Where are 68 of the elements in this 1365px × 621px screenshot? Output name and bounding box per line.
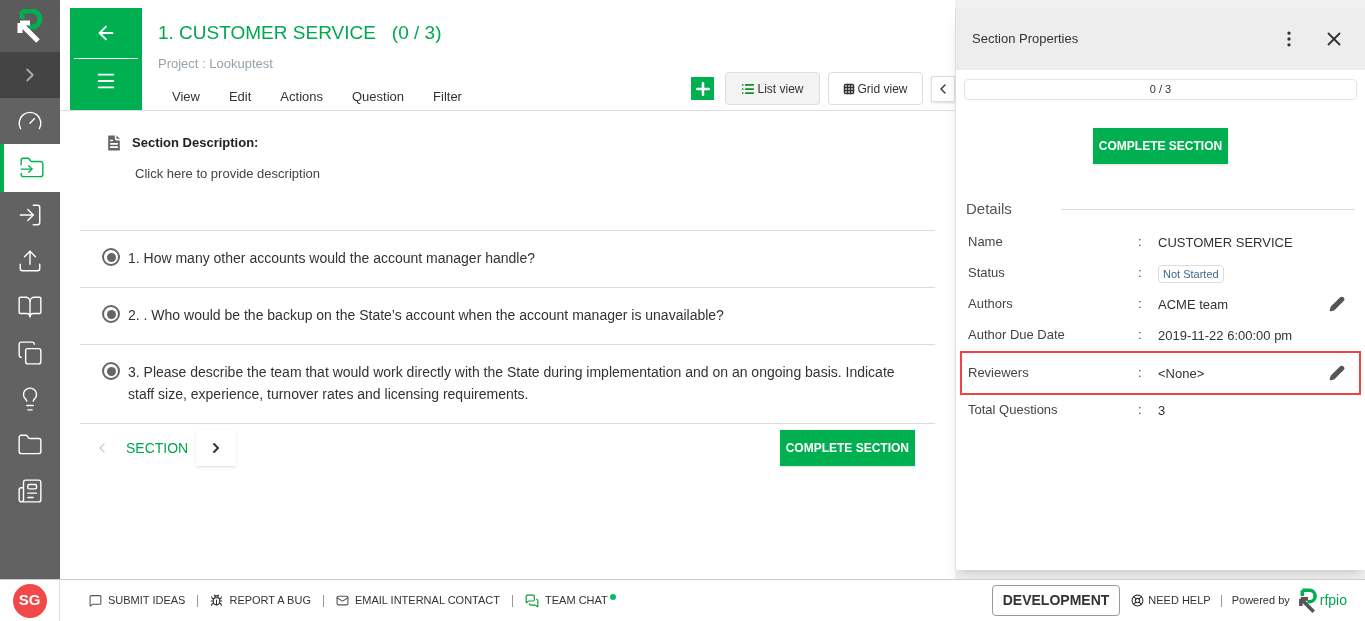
radio-button[interactable] [102,362,120,380]
progress-count: (0 / 3) [391,21,442,45]
detail-value: 3 [1158,403,1166,418]
view-toggle[interactable]: Grid view [828,72,923,106]
status-badge: Not Started [1158,265,1224,283]
book-icon [17,294,43,320]
colon: : [1138,233,1143,252]
description-label: Section Description: [132,134,260,152]
footer-link[interactable]: REPORT A BUG [210,592,311,609]
section-label: SECTION [126,438,189,458]
environment-badge: DEVELOPMENT [991,585,1121,616]
import-icon [17,202,43,228]
collapse-button[interactable] [931,75,955,102]
description-field[interactable]: Click here to provide description [135,163,320,183]
detail-label: Author Due Date [968,326,1066,345]
footer-link[interactable]: TEAM CHAT [525,592,608,609]
list-icon [741,81,756,96]
menu-item[interactable]: Filter [433,87,462,107]
sidebar-item[interactable] [0,144,60,192]
footer-link[interactable]: EMAIL INTERNAL CONTACT [335,592,500,609]
detail-label: Name [968,233,1004,252]
brand-name: rfpio [1319,591,1347,610]
help-link[interactable]: NEED HELP [1131,592,1211,609]
detail-value: ACME team [1158,297,1229,312]
colon: : [1138,363,1143,382]
detail-label: Reviewers [968,363,1030,382]
menu-item[interactable]: Edit [228,87,252,107]
logo-icon [1297,587,1318,614]
mail-icon [335,594,349,607]
grid-icon [843,82,856,95]
document-icon [17,478,43,504]
question-text[interactable]: 2. . Who would be the backup on the State’s account when the account manager is unavailable? [128,304,724,326]
menu-item[interactable]: Actions [280,87,323,107]
panel-title: Section Properties [972,30,1080,49]
detail-value: <None> [1158,365,1205,381]
comment-icon [89,594,102,607]
colon: : [1138,295,1143,314]
detail-label: Status [968,264,1006,283]
colon: : [1138,264,1143,283]
edit-icon[interactable] [1329,364,1345,381]
chat-icon [525,593,539,608]
footer-link[interactable]: SUBMIT IDEAS [89,592,186,609]
question-text[interactable]: 1. How many other accounts would the account manager handle? [128,247,536,269]
progress-text: 0 / 3 [1149,82,1172,98]
project-name: Project : Lookuptest [158,54,274,73]
menu-item[interactable]: Question [352,87,405,107]
colon: : [1138,401,1143,420]
detail-value: CUSTOMER SERVICE [1158,235,1293,250]
bug-icon [210,594,224,607]
menu-item[interactable]: View [172,87,200,107]
section-title: 1. CUSTOMER SERVICE [158,21,376,45]
detail-label: Authors [968,295,1014,314]
edit-icon[interactable] [1329,296,1345,312]
radio-button[interactable] [102,248,120,266]
details-heading: Details [966,199,1013,219]
powered-by-text: Powered by [1231,593,1290,609]
copy-icon [17,340,43,366]
detail-value: 2019-11-22 6:00:00 pm [1158,328,1293,343]
user-avatar[interactable]: SG [12,583,47,618]
add-button[interactable] [691,77,714,101]
radio-button[interactable] [102,305,120,323]
upload-icon [17,248,43,274]
logo-icon [16,9,44,43]
detail-label: Total Questions [968,401,1059,420]
colon: : [1138,326,1143,345]
question-text[interactable]: 3. Please describe the team that would work directly with the State during implementation and on an ongoing basis. Indicate staff size, experience, turnover rates and licensing requirements. [128,361,919,405]
view-toggle[interactable]: List view [725,72,820,106]
lifebuoy-icon [1131,594,1145,607]
